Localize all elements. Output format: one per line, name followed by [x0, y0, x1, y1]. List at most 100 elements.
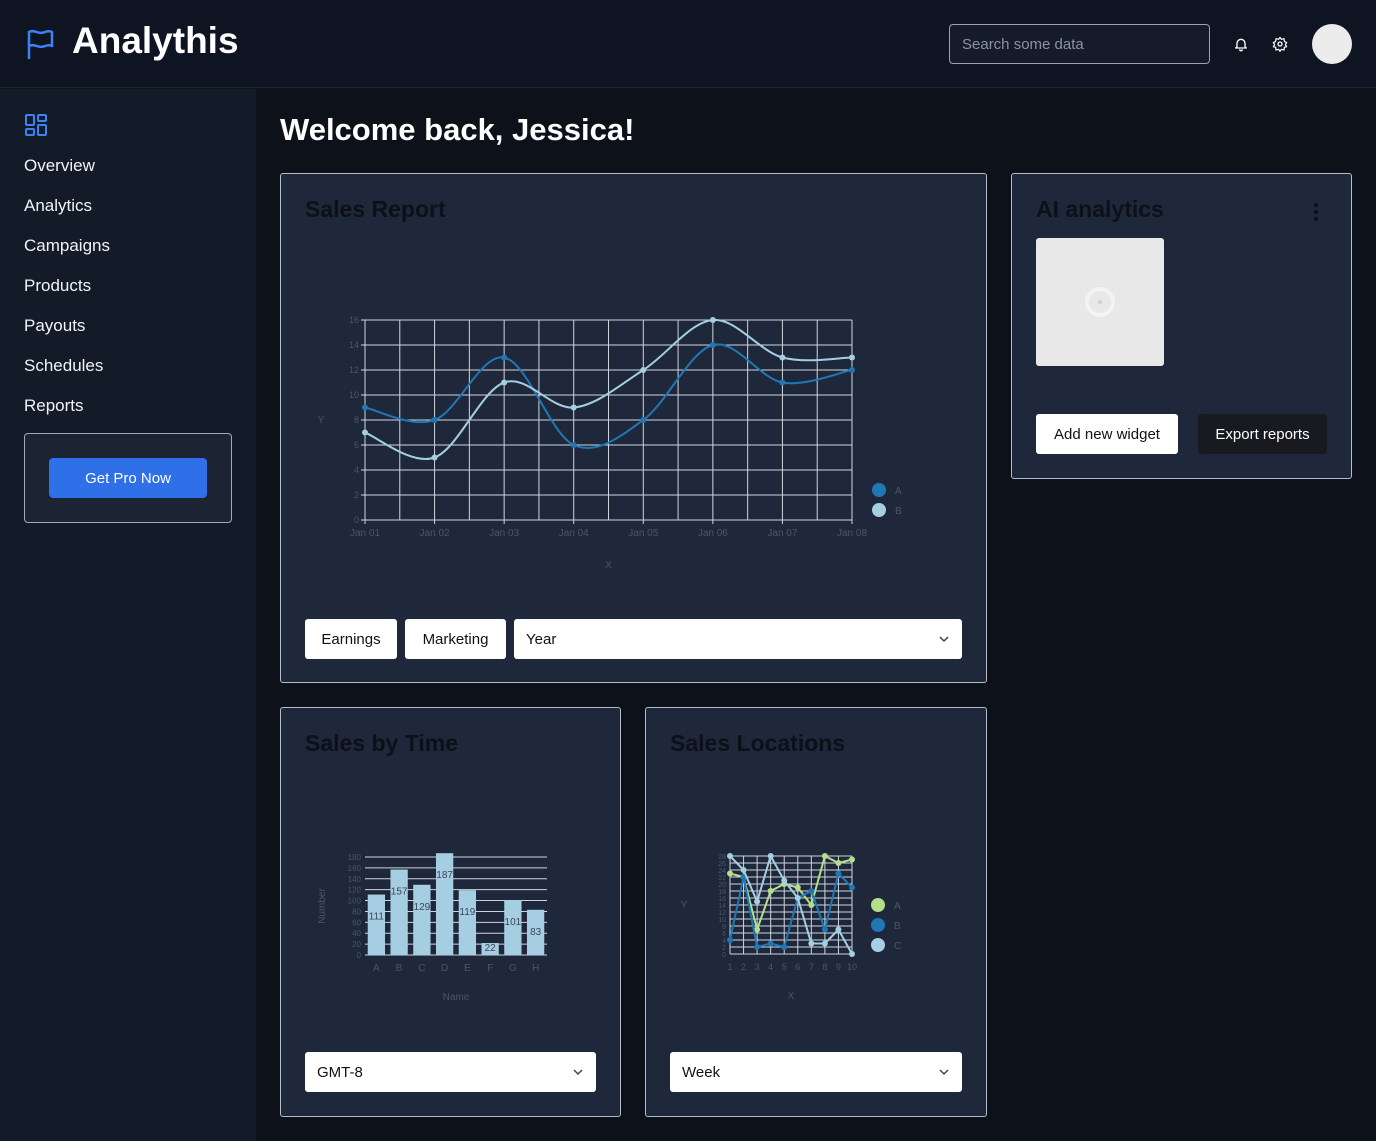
- bar-A: [367, 894, 386, 955]
- timezone-select[interactable]: GMT-8: [305, 1052, 596, 1092]
- data-point: [501, 354, 508, 361]
- sidebar-item-analytics[interactable]: Analytics: [24, 196, 92, 216]
- data-point: [849, 951, 855, 957]
- data-point: [779, 354, 786, 361]
- get-pro-button[interactable]: Get Pro Now: [49, 458, 207, 498]
- bar-B: [390, 869, 408, 955]
- y-tick-label: 16: [349, 315, 359, 325]
- sidebar-item-overview[interactable]: Overview: [24, 156, 95, 176]
- sidebar-item-payouts[interactable]: Payouts: [24, 316, 85, 336]
- x-tick-label: 5: [782, 962, 787, 972]
- add-widget-button[interactable]: Add new widget: [1036, 414, 1178, 454]
- data-point: [640, 417, 647, 423]
- range-select[interactable]: Week: [670, 1052, 962, 1092]
- gear-icon[interactable]: [1268, 32, 1292, 56]
- app-title: Analythis: [72, 20, 239, 61]
- x-tick-label: Jan 02: [420, 528, 450, 539]
- data-point: [849, 884, 855, 891]
- x-tick-label: 1: [727, 962, 732, 972]
- x-tick-label: B: [396, 963, 403, 974]
- y-tick-label: 28: [718, 854, 726, 861]
- data-point: [431, 454, 438, 461]
- sidebar-item-campaigns[interactable]: Campaigns: [24, 236, 110, 256]
- data-point: [835, 870, 842, 877]
- sidebar-item-products[interactable]: Products: [24, 276, 91, 296]
- sales-report-card: Sales Report 0 2 4 6 8 10 12 14 16 Jan 01 Jan 02 Ja…: [280, 173, 987, 683]
- x-axis-label: X: [605, 560, 612, 571]
- data-point: [754, 898, 761, 905]
- y-tick-label: 0: [357, 951, 362, 960]
- y-tick-label: 160: [348, 864, 362, 873]
- sidebar-item-reports[interactable]: Reports: [24, 396, 84, 416]
- avatar[interactable]: [1312, 24, 1352, 64]
- x-tick-label: 7: [809, 962, 814, 972]
- y-tick-label: 26: [718, 861, 726, 868]
- y-tick-label: 20: [352, 940, 361, 949]
- y-tick-label: 140: [348, 875, 362, 884]
- sales-report-chart: 0 2 4 6 8 10 12 14 16 Jan 01 Jan 02 Jan 03 Jan 04 Jan…: [318, 315, 902, 571]
- search-input[interactable]: [949, 24, 1210, 64]
- x-tick-label: D: [441, 963, 448, 974]
- y-axis-label: Y: [681, 900, 688, 911]
- legend-label: A: [894, 901, 901, 912]
- series-line-B: [729, 871, 853, 949]
- chevron-down-icon: [939, 1069, 949, 1076]
- sidebar-item-schedules[interactable]: Schedules: [24, 356, 103, 376]
- more-options-icon[interactable]: [1306, 200, 1326, 224]
- export-reports-button[interactable]: Export reports: [1198, 414, 1327, 454]
- y-tick-label: 40: [352, 929, 361, 938]
- data-point: [849, 856, 855, 863]
- data-point: [794, 884, 801, 891]
- x-tick-label: E: [464, 963, 471, 974]
- data-point: [794, 895, 801, 901]
- x-tick-label: A: [373, 963, 380, 974]
- x-tick-label: G: [509, 963, 517, 974]
- data-point: [821, 926, 828, 933]
- earnings-button[interactable]: Earnings: [305, 619, 397, 659]
- data-point: [640, 367, 647, 373]
- y-tick-label: 16: [718, 896, 726, 903]
- sidebar: Overview Analytics Campaigns Products Pa…: [0, 89, 256, 1141]
- data-point: [767, 940, 774, 947]
- bar-value-label: 187: [436, 870, 453, 881]
- y-tick-label: 24: [718, 868, 726, 875]
- x-tick-label: Jan 07: [767, 528, 797, 539]
- y-tick-label: 14: [718, 903, 726, 910]
- y-tick-label: 4: [354, 465, 359, 475]
- x-tick-label: F: [487, 963, 493, 974]
- marketing-button[interactable]: Marketing: [405, 619, 506, 659]
- period-select[interactable]: Year: [514, 619, 962, 659]
- y-tick-label: 20: [718, 882, 726, 889]
- chevron-down-icon: [573, 1069, 583, 1076]
- data-point: [767, 853, 774, 859]
- sales-locations-chart: 1 2 3 4 5 6 7 8 9 100246810121416182022242628XY AB…: [681, 853, 901, 1002]
- data-point: [849, 354, 855, 361]
- y-tick-label: 12: [349, 365, 359, 375]
- y-tick-label: 0: [722, 952, 726, 959]
- y-tick-label: 14: [349, 340, 359, 350]
- bar-value-label: 129: [414, 902, 431, 913]
- loading-spinner-icon: [1085, 287, 1115, 317]
- legend-label: C: [894, 941, 901, 952]
- data-point: [501, 379, 508, 386]
- y-tick-label: 10: [349, 390, 359, 400]
- y-axis-label: Y: [318, 415, 325, 426]
- data-point: [727, 937, 733, 943]
- sales-by-time-chart: 0 20 40 60 80100 120 140 160 180 111 A 157 B 129 C 187 D…: [317, 853, 547, 1003]
- ai-analytics-card: AI analytics Add new widget Export repor…: [1011, 173, 1352, 479]
- bar-D: [435, 853, 454, 955]
- legend-swatch: [871, 898, 885, 912]
- legend-swatch: [872, 483, 886, 497]
- x-tick-label: 3: [755, 962, 760, 972]
- data-point: [570, 404, 577, 411]
- x-tick-label: 8: [822, 962, 827, 972]
- y-tick-label: 22: [718, 875, 726, 882]
- chevron-down-icon: [939, 636, 949, 643]
- bell-icon[interactable]: [1229, 32, 1253, 56]
- data-point: [362, 404, 368, 411]
- sales-locations-card: Sales Locations 1 2 3 4 5 6 7 8 9 10 0 2 4 6 8 10 12 14 16…: [645, 707, 987, 1117]
- dashboard-grid-icon[interactable]: [24, 113, 48, 137]
- x-tick-label: 2: [741, 962, 746, 972]
- data-point: [781, 944, 788, 950]
- x-tick-label: Jan 06: [698, 528, 728, 539]
